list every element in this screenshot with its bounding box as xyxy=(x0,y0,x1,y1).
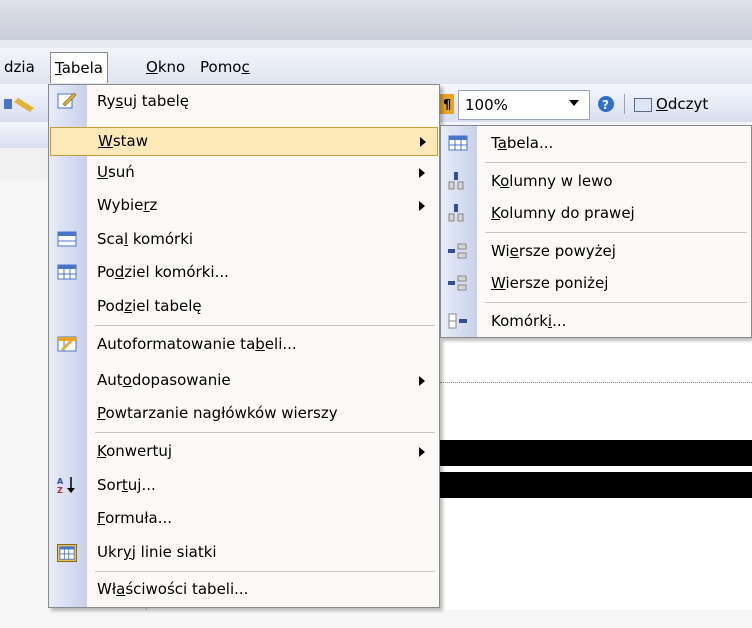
submenu-separator xyxy=(485,302,747,303)
menu-item-autoformatowanie[interactable]: Autoformatowanie tabeli... xyxy=(49,330,439,359)
submenu-arrow-icon xyxy=(419,376,425,386)
rows-above-icon xyxy=(448,243,467,259)
split-cells-icon xyxy=(57,264,77,280)
menu-separator xyxy=(95,325,435,326)
svg-text:?: ? xyxy=(602,98,609,112)
menu-bar: dzia Tabela Okno Pomoc xyxy=(0,48,752,84)
zoom-combobox[interactable]: 100% xyxy=(458,90,590,120)
submenu-item-wiersze-ponizej[interactable]: Wiersze poniżej xyxy=(441,268,751,298)
menu-item-ukryj-linie-siatki[interactable]: Ukryj linie siatki xyxy=(49,538,439,567)
menu-item-scal-komorki[interactable]: Scal komórki xyxy=(49,225,439,254)
gridlines-icon xyxy=(57,544,77,562)
selected-table-row[interactable] xyxy=(440,472,752,498)
menu-item-podziel-komorki[interactable]: Podziel komórki... xyxy=(49,258,439,287)
rows-below-icon xyxy=(448,275,467,291)
submenu-item-tabela[interactable]: Tabela... xyxy=(441,128,751,158)
paint-tools-icon[interactable] xyxy=(4,94,44,114)
toolbar-divider xyxy=(624,94,625,114)
columns-left-icon xyxy=(448,172,464,190)
chevron-down-icon[interactable] xyxy=(569,100,579,108)
submenu-arrow-icon xyxy=(419,447,425,457)
svg-text:¶: ¶ xyxy=(443,98,451,113)
submenu-item-kolumny-do-prawej[interactable]: Kolumny do prawej xyxy=(441,198,751,228)
bottom-strip xyxy=(0,610,752,628)
menu-item-wstaw[interactable]: Wstaw xyxy=(50,127,438,156)
insert-table-icon xyxy=(448,135,468,151)
title-separator xyxy=(0,40,752,48)
submenu-arrow-icon xyxy=(419,201,425,211)
submenu-item-wiersze-powyzej[interactable]: Wiersze powyżej xyxy=(441,236,751,266)
menu-item-usun[interactable]: Usuń xyxy=(49,158,439,187)
submenu-arrow-icon xyxy=(420,137,426,147)
insert-cells-icon xyxy=(448,313,467,329)
title-bar xyxy=(0,0,752,40)
menu-item-podziel-tabele[interactable]: Podziel tabelę xyxy=(49,292,439,321)
columns-right-icon xyxy=(448,204,464,222)
help-icon[interactable]: ? xyxy=(597,95,615,113)
menu-item-konwertuj[interactable]: Konwertuj xyxy=(49,437,439,466)
table-gridline xyxy=(440,382,752,383)
menu-okno[interactable]: Okno xyxy=(142,54,189,80)
paragraph-marks-icon[interactable]: ¶ xyxy=(440,94,454,114)
svg-text:A: A xyxy=(57,477,64,486)
menu-separator xyxy=(95,432,435,433)
submenu-item-komorki[interactable]: Komórki... xyxy=(441,306,751,336)
menu-item-autodopasowanie[interactable]: Autodopasowanie xyxy=(49,366,439,395)
submenu-separator xyxy=(485,162,747,163)
draw-table-icon xyxy=(57,92,77,109)
menu-item-formula[interactable]: Formuła... xyxy=(49,504,439,533)
svg-text:Z: Z xyxy=(57,486,63,494)
menu-item-rysuj-tabele[interactable]: Rysuj tabelę xyxy=(49,87,439,116)
tabela-menu: Rysuj tabelę Wstaw Usuń Wybierz Scal kom… xyxy=(48,84,440,608)
read-mode-button[interactable]: Odczyt xyxy=(634,92,708,116)
book-icon xyxy=(634,97,652,112)
merge-cells-icon xyxy=(57,231,77,247)
submenu-item-kolumny-w-lewo[interactable]: Kolumny w lewo xyxy=(441,166,751,196)
menu-pomoc[interactable]: Pomoc xyxy=(196,54,254,80)
selected-table-row[interactable] xyxy=(440,440,752,466)
autoformat-icon xyxy=(57,336,77,352)
menu-item-sortuj[interactable]: A Z Sortuj... xyxy=(49,471,439,500)
menu-item-powtarzanie-naglowkow[interactable]: Powtarzanie nagłówków wierszy xyxy=(49,399,439,428)
menu-separator xyxy=(95,571,435,572)
menu-narzedzia[interactable]: dzia xyxy=(0,54,39,80)
sort-icon: A Z xyxy=(57,477,75,494)
wstaw-submenu: Tabela... Kolumny w lewo Kolumny do praw… xyxy=(440,125,752,338)
menu-item-wybierz[interactable]: Wybierz xyxy=(49,191,439,220)
submenu-arrow-icon xyxy=(419,168,425,178)
menu-item-wlasciwosci-tabeli[interactable]: Właściwości tabeli... xyxy=(49,575,439,604)
submenu-separator xyxy=(485,232,747,233)
menu-tabela[interactable]: Tabela xyxy=(50,52,108,83)
